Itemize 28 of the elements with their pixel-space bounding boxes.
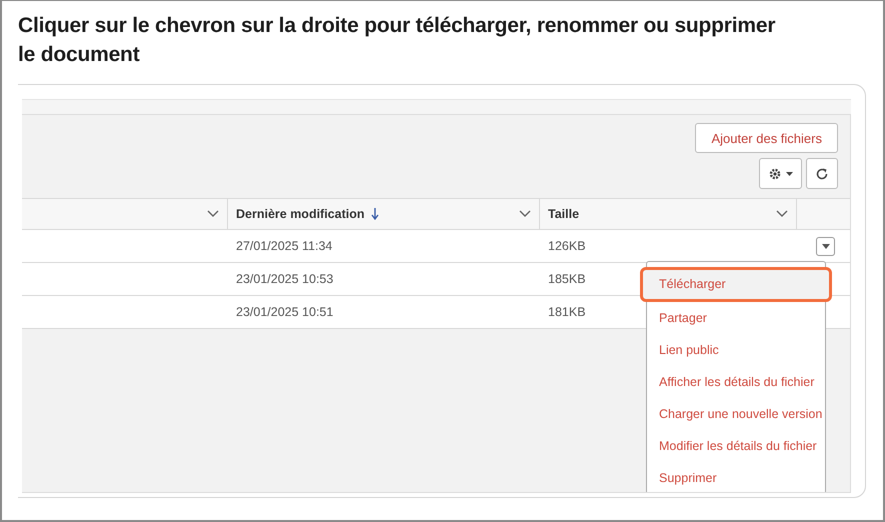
menu-item[interactable]: Afficher les détails du fichier [647, 366, 825, 398]
gear-icon [768, 166, 782, 180]
caret-icon [822, 244, 830, 248]
menu-item[interactable]: Modifier les détails du fichier [647, 430, 825, 462]
table-cell: 181KB [548, 305, 586, 319]
chevron-icon[interactable] [207, 210, 219, 218]
menu-item[interactable]: Partager [647, 302, 825, 334]
menu-item[interactable]: Supprimer [647, 462, 825, 492]
column-header[interactable]: Taille [548, 207, 580, 221]
menu-item[interactable]: Charger une nouvelle version [647, 398, 825, 430]
add-files-button[interactable]: Ajouter des fichiers [695, 123, 838, 153]
column-header[interactable]: Dernière modification [236, 207, 364, 221]
table-cell: 126KB [548, 239, 586, 253]
row-menu-button[interactable] [816, 236, 835, 256]
table-cell: 23/01/2025 10:51 [236, 305, 334, 319]
caret-icon [786, 172, 793, 176]
table-cell: 185KB [548, 272, 586, 286]
chevron-icon[interactable] [519, 210, 531, 218]
menu-item[interactable]: Lien public [647, 334, 825, 366]
sort-arrow-icon[interactable] [370, 208, 378, 220]
table-cell: 27/01/2025 11:34 [236, 239, 332, 253]
table-cell: 23/01/2025 10:53 [236, 272, 334, 286]
refresh-icon [815, 166, 829, 180]
chevron-icon[interactable] [776, 210, 788, 218]
menu-item[interactable]: Télécharger [640, 267, 832, 302]
settings-button[interactable] [759, 158, 802, 189]
refresh-button[interactable] [806, 158, 838, 189]
heading: Cliquer sur le chevron sur la droite pour télécharger, renommer ou supprimer le document [18, 13, 776, 68]
